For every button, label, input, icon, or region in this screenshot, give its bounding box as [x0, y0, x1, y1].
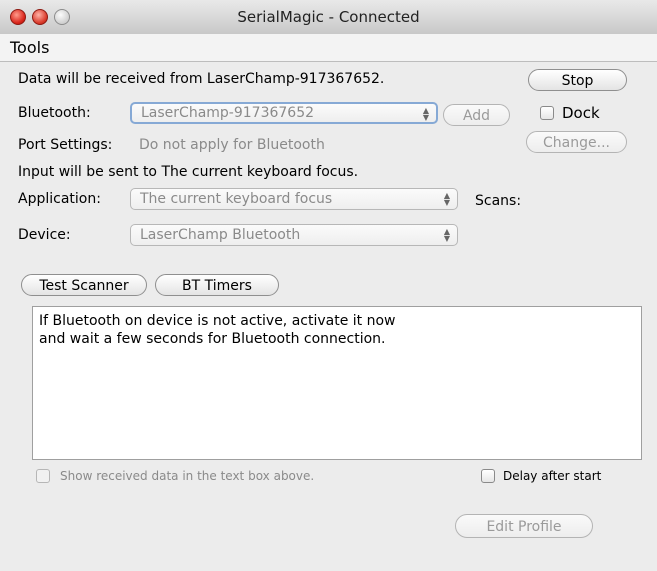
- show-received-data-checkbox[interactable]: [36, 469, 50, 483]
- show-received-data-label: Show received data in the text box above…: [60, 469, 315, 483]
- bluetooth-select-value: LaserChamp-917367652: [141, 105, 315, 121]
- dock-checkbox[interactable]: [540, 106, 554, 120]
- port-settings-label: Port Settings:: [18, 137, 113, 153]
- change-button[interactable]: Change...: [526, 131, 627, 153]
- stop-button[interactable]: Stop: [528, 69, 627, 91]
- menu-tools[interactable]: Tools: [10, 38, 49, 57]
- output-text-area[interactable]: If Bluetooth on device is not active, ac…: [32, 306, 642, 460]
- dock-label: Dock: [562, 104, 600, 122]
- scans-label: Scans:: [475, 193, 522, 209]
- test-scanner-button[interactable]: Test Scanner: [21, 274, 147, 296]
- delay-after-start-checkbox[interactable]: [481, 469, 495, 483]
- updown-arrows-icon: ▲ ▼: [443, 227, 451, 243]
- application-select-value: The current keyboard focus: [140, 191, 333, 207]
- add-button[interactable]: Add: [443, 104, 510, 126]
- device-select[interactable]: LaserChamp Bluetooth ▲ ▼: [130, 224, 458, 246]
- application-select[interactable]: The current keyboard focus ▲ ▼: [130, 188, 458, 210]
- bt-timers-button[interactable]: BT Timers: [155, 274, 279, 296]
- updown-arrows-icon: ▲ ▼: [422, 106, 430, 122]
- updown-arrows-icon: ▲ ▼: [443, 191, 451, 207]
- received-from-status: Data will be received from LaserChamp-91…: [18, 71, 385, 87]
- output-line: If Bluetooth on device is not active, ac…: [39, 313, 396, 329]
- menu-bar: Tools: [0, 34, 657, 62]
- device-select-value: LaserChamp Bluetooth: [140, 227, 301, 243]
- bluetooth-label: Bluetooth:: [18, 105, 91, 121]
- edit-profile-button[interactable]: Edit Profile: [455, 514, 593, 538]
- input-sent-to-status: Input will be sent to The current keyboa…: [18, 164, 359, 180]
- window-title: SerialMagic - Connected: [237, 8, 420, 26]
- bluetooth-select[interactable]: LaserChamp-917367652 ▲ ▼: [130, 102, 438, 124]
- delay-after-start-label: Delay after start: [503, 469, 602, 483]
- device-label: Device:: [18, 227, 71, 243]
- port-settings-value: Do not apply for Bluetooth: [139, 137, 325, 153]
- title-bar: SerialMagic - Connected: [0, 0, 657, 35]
- application-label: Application:: [18, 191, 101, 207]
- output-line: and wait a few seconds for Bluetooth con…: [39, 331, 386, 347]
